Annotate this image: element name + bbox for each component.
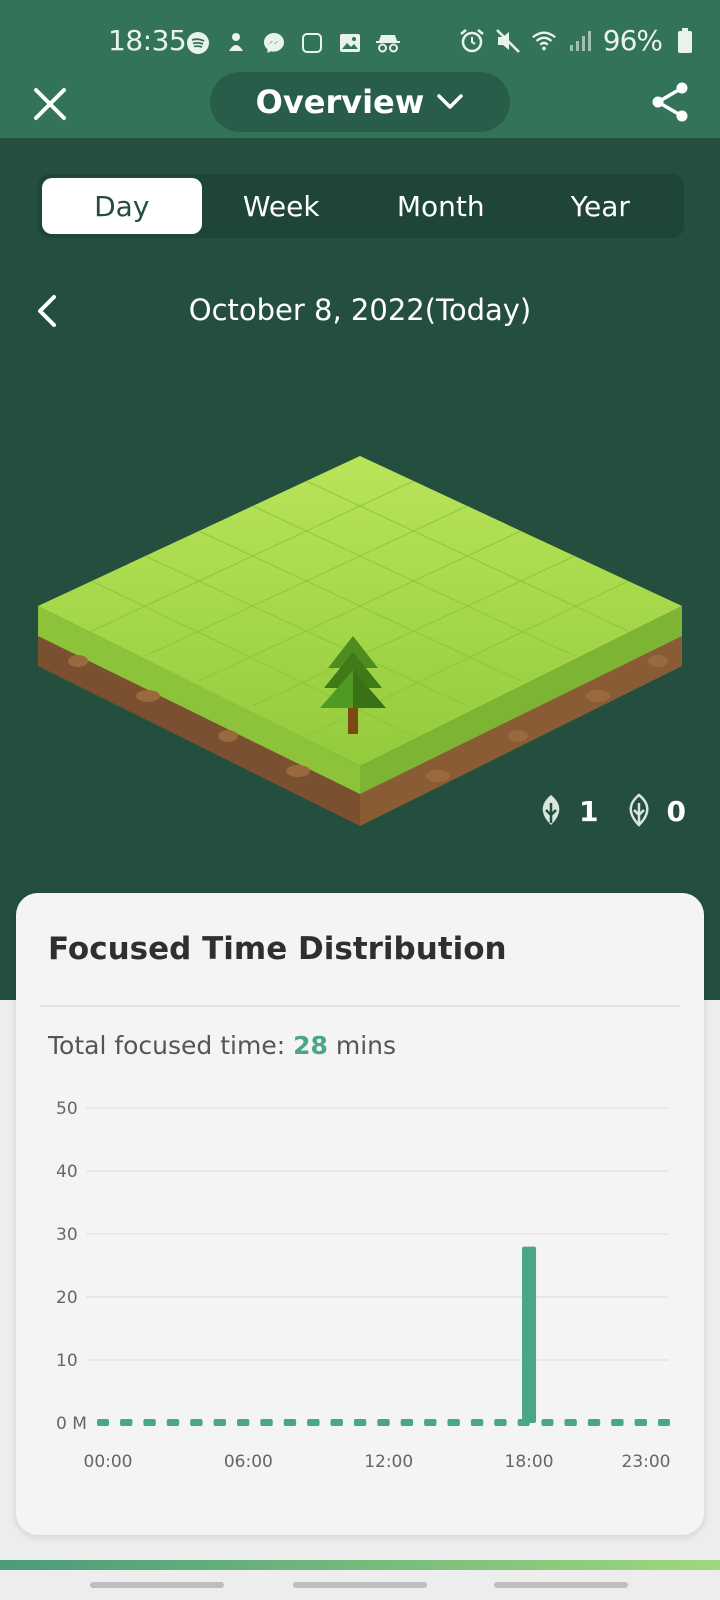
messenger-icon — [261, 30, 287, 56]
withered-count-value: 0 — [666, 794, 686, 828]
bar-zero-marker — [167, 1419, 180, 1426]
divider — [40, 1005, 680, 1007]
healthy-tree-count: 1 — [537, 793, 599, 829]
bar-zero-marker — [284, 1419, 297, 1426]
bar-zero-marker — [494, 1419, 507, 1426]
overview-title: Overview — [255, 83, 425, 121]
y-tick-label: 0 M — [56, 1414, 87, 1434]
signal-icon — [567, 28, 593, 54]
bar-zero-marker — [377, 1419, 390, 1426]
total-value: 28 — [293, 1031, 328, 1060]
total-label: Total focused time: — [48, 1031, 294, 1060]
close-button[interactable] — [28, 82, 72, 126]
bar-zero-marker — [190, 1419, 203, 1426]
bottom-accent-bar — [0, 1560, 720, 1570]
bar-zero-marker — [354, 1419, 367, 1426]
bar-zero-marker — [541, 1419, 554, 1426]
incognito-icon — [375, 30, 401, 56]
gallery-icon — [337, 30, 363, 56]
bar-zero-marker — [330, 1419, 343, 1426]
healthy-tree-icon — [542, 795, 560, 825]
x-tick-label: 06:00 — [224, 1452, 273, 1472]
overview-header: Day Week Month Year October 8, 2022(Toda… — [0, 138, 720, 1000]
withered-tree-count: 0 — [625, 793, 686, 829]
bar-zero-marker — [564, 1419, 577, 1426]
share-button[interactable] — [648, 80, 692, 124]
y-tick-label: 20 — [56, 1288, 78, 1308]
status-icons-left — [185, 30, 401, 56]
bar-zero-marker — [471, 1419, 484, 1426]
x-tick-label: 12:00 — [364, 1452, 413, 1472]
tab-week[interactable]: Week — [202, 178, 362, 234]
status-time: 18:35 — [108, 24, 187, 57]
focused-time-card: Focused Time Distribution Total focused … — [16, 893, 704, 1535]
focus-distribution-chart: 0 M 10 20 30 40 50 00:00 06:00 12:00 18:00 23:00 — [56, 1099, 671, 1472]
tab-year[interactable]: Year — [521, 178, 681, 234]
bar-zero-marker — [97, 1419, 109, 1426]
healthy-count-value: 1 — [579, 794, 599, 828]
bar-zero-marker — [635, 1419, 647, 1426]
bar — [522, 1246, 537, 1423]
battery-percent: 96% — [602, 24, 663, 57]
withered-tree-icon — [629, 793, 649, 827]
bar-zero-marker — [237, 1419, 250, 1426]
square-icon — [299, 30, 325, 56]
bar-zero-marker — [401, 1419, 414, 1426]
x-tick-label: 23:00 — [622, 1452, 671, 1472]
x-tick-label: 00:00 — [84, 1452, 133, 1472]
bar-zero-marker — [143, 1419, 156, 1426]
tab-day[interactable]: Day — [42, 178, 202, 234]
bar-zero-marker — [588, 1419, 601, 1426]
notification-icon — [223, 30, 249, 56]
y-tick-label: 50 — [56, 1099, 78, 1119]
alarm-icon — [459, 28, 485, 54]
battery-icon — [672, 27, 698, 54]
date-navigator: October 8, 2022(Today) — [0, 283, 720, 343]
app-bar: Overview — [0, 60, 720, 138]
total-unit: mins — [327, 1031, 397, 1060]
date-label: October 8, 2022(Today) — [188, 293, 532, 327]
close-icon — [34, 88, 66, 120]
bar-zero-marker — [307, 1419, 320, 1426]
bar-zero-marker — [260, 1419, 273, 1426]
card-title: Focused Time Distribution — [48, 931, 507, 967]
system-nav-bar — [0, 1570, 720, 1600]
bar-zero-marker — [213, 1419, 226, 1426]
overview-dropdown[interactable]: Overview — [210, 72, 510, 132]
wifi-icon — [531, 28, 557, 54]
status-icons-right: 96% — [459, 24, 698, 57]
tab-month[interactable]: Month — [361, 178, 521, 234]
bar-zero-marker — [611, 1419, 624, 1426]
y-tick-label: 30 — [56, 1225, 78, 1245]
chevron-down-icon — [437, 94, 464, 109]
total-focused-time: Total focused time: 28 mins — [48, 1031, 396, 1060]
spotify-icon — [185, 30, 211, 56]
nav-recents-button[interactable] — [90, 1582, 224, 1588]
period-tabs: Day Week Month Year — [38, 174, 684, 238]
y-tick-label: 40 — [56, 1162, 78, 1182]
x-tick-label: 18:00 — [505, 1452, 554, 1472]
nav-home-button[interactable] — [293, 1582, 427, 1588]
bar-zero-marker — [447, 1419, 460, 1426]
y-tick-label: 10 — [56, 1351, 78, 1371]
forest-island — [38, 456, 682, 826]
share-icon — [652, 82, 688, 122]
mute-icon — [495, 28, 521, 54]
bar-zero-marker — [120, 1419, 133, 1426]
nav-back-button[interactable] — [494, 1582, 628, 1588]
tree-counts: 1 0 — [537, 793, 686, 829]
bar-zero-marker — [658, 1419, 670, 1426]
bar-zero-marker — [424, 1419, 437, 1426]
